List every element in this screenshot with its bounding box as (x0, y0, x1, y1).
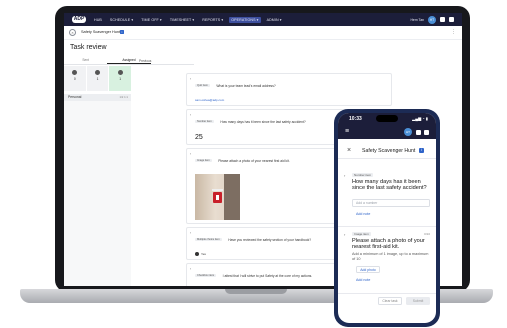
left-panel-empty (64, 101, 131, 286)
status-count: 1 (119, 77, 122, 81)
tab-previous[interactable]: Previous (139, 59, 151, 63)
question-text: Please attach a photo of your nearest fi… (352, 238, 425, 251)
laptop-notch (225, 289, 287, 294)
question-text: What is your team lead's email address? (216, 83, 276, 88)
nav-item-time-off[interactable]: TIME OFF ▾ (139, 17, 164, 23)
item-type-chip: Quiz item (195, 84, 210, 88)
personal-list-item[interactable]: Personal 1/2 1:1 (64, 94, 131, 101)
question-text: How many days has it been since the last… (352, 179, 427, 192)
divider (338, 226, 436, 227)
divider (338, 293, 436, 294)
phone-app-bar: ≡ HT (338, 125, 436, 139)
signal-battery-icon: ▂▄▆ ◔ ▮ (412, 116, 428, 121)
close-icon[interactable]: × (69, 29, 76, 36)
messages-icon[interactable] (449, 17, 454, 22)
question-text: How many days has it been since the last… (220, 119, 306, 124)
phone-frame: 10:33 ▂▄▆ ◔ ▮ ≡ HT × Safety Scavenger Hu… (334, 109, 440, 327)
info-icon[interactable]: i (419, 148, 424, 153)
clock: 10:33 (349, 116, 362, 122)
info-icon[interactable]: i (120, 30, 124, 34)
add-note-link[interactable]: Add note (356, 212, 370, 216)
in-progress-icon (95, 70, 100, 75)
item-type-chip: Number item (195, 120, 214, 124)
hamburger-menu-icon[interactable]: ≡ (345, 128, 349, 135)
phone-screen: 10:33 ▂▄▆ ◔ ▮ ≡ HT × Safety Scavenger Hu… (338, 113, 436, 323)
task-header-bar: × Safety Scavenger Hunt i ⋮ (64, 26, 462, 40)
add-photo-button[interactable]: Add photo (356, 266, 380, 273)
avatar[interactable]: HT (428, 15, 436, 24)
question-text: Please attach a photo of your nearest fi… (218, 158, 290, 163)
status-cell-pending[interactable]: 0 (64, 66, 86, 91)
task-title: Safety Scavenger Hunt (362, 148, 416, 154)
add-note-link[interactable]: Add note (356, 278, 370, 282)
nav-item-schedule[interactable]: SCHEDULE ▾ (108, 17, 135, 23)
number-input[interactable]: Add a number (352, 199, 430, 207)
tab-spacer (151, 56, 194, 64)
clear-task-button[interactable]: Clear task (378, 297, 402, 305)
submit-button[interactable]: Submit (406, 297, 430, 305)
pending-icon (72, 70, 78, 75)
nav-item-hub[interactable]: HUB (92, 17, 104, 23)
task-card-quiz[interactable]: › Quiz item What is your team lead's ema… (186, 73, 392, 106)
phone-status-bar: 10:33 ▂▄▆ ◔ ▮ (338, 113, 436, 125)
item-type-chip: Image item (195, 159, 212, 163)
chevron-right-icon[interactable]: › (190, 267, 191, 271)
first-aid-kit-photo[interactable] (195, 174, 240, 220)
top-nav-bar: ADP HUB SCHEDULE ▾ TIME OFF ▾ TIMESHEET … (64, 13, 462, 26)
nav-item-timesheet[interactable]: TIMESHEET ▾ (168, 17, 196, 23)
nav-item-reports[interactable]: REPORTS ▾ (200, 17, 225, 23)
question-text: I attest that I will strive to put Safet… (222, 273, 313, 278)
answer-email-link[interactable]: sam.oshea@adp.com (195, 98, 386, 102)
user-name: Hem Tan (410, 17, 424, 22)
item-type-chip: Checkbox item (195, 274, 217, 278)
review-tabs: Sent Assigned (64, 56, 194, 65)
item-type-chip: Multiple choice item (195, 238, 222, 242)
personal-label: Personal (68, 95, 82, 99)
personal-meta: 1/2 1:1 (119, 95, 128, 99)
cross-icon (216, 195, 219, 200)
phone-task-card-number[interactable]: › Number item How many days has it been … (344, 171, 432, 219)
question-text: Have you reviewed the safety section of … (228, 237, 312, 242)
nav-item-admin[interactable]: ADMIN ▾ (265, 17, 284, 23)
status-cell-in-progress[interactable]: 1 (86, 66, 109, 91)
adp-logo[interactable]: ADP (72, 16, 86, 23)
notifications-icon[interactable] (440, 17, 445, 22)
messages-icon[interactable] (424, 130, 429, 135)
item-type-chip: Number item (352, 173, 374, 177)
first-aid-box (213, 192, 222, 203)
chevron-right-icon[interactable]: › (344, 173, 345, 178)
chevron-right-icon[interactable]: › (190, 77, 191, 81)
chevron-right-icon[interactable]: › (344, 232, 345, 237)
close-icon[interactable]: × (347, 147, 351, 154)
status-count: 0 (73, 77, 76, 81)
radio-selected-icon[interactable] (195, 252, 199, 256)
completed-icon (117, 70, 123, 75)
chevron-right-icon[interactable]: › (190, 113, 191, 117)
chevron-right-icon[interactable]: › (190, 152, 191, 156)
chevron-right-icon[interactable]: › (190, 231, 191, 235)
phone-task-header: × Safety Scavenger Hunt i (338, 141, 436, 159)
notifications-icon[interactable] (416, 130, 421, 135)
status-cell-completed[interactable]: 1 (109, 66, 132, 91)
photo-shelf (212, 189, 223, 191)
device-mockup-stage: ADP HUB SCHEDULE ▾ TIME OFF ▾ TIMESHEET … (0, 0, 507, 328)
dynamic-island (376, 115, 398, 122)
more-options-icon[interactable]: ⋮ (451, 29, 456, 35)
phone-task-card-image[interactable]: › Image item 0/10 Please attach a photo … (344, 230, 432, 290)
question-hint: Add a minimum of 1 image, up to a maximu… (352, 252, 429, 261)
status-summary: 0 1 1 (64, 66, 132, 91)
status-count: 1 (96, 77, 99, 81)
tab-sent[interactable]: Sent (64, 56, 107, 64)
nav-user-area: Hem Tan HT (410, 13, 454, 26)
avatar[interactable]: HT (404, 128, 412, 136)
radio-label: Yes (201, 252, 206, 256)
page-title: Task review (70, 44, 107, 51)
nav-menu: HUB SCHEDULE ▾ TIME OFF ▾ TIMESHEET ▾ RE… (92, 13, 284, 26)
photo-wall-shadow (224, 174, 240, 220)
item-type-chip: Image item (352, 232, 371, 236)
nav-item-operations[interactable]: OPERATIONS ▾ (229, 16, 261, 23)
photo-count: 0/10 (424, 232, 430, 236)
task-title: Safety Scavenger Hunt (81, 30, 121, 34)
